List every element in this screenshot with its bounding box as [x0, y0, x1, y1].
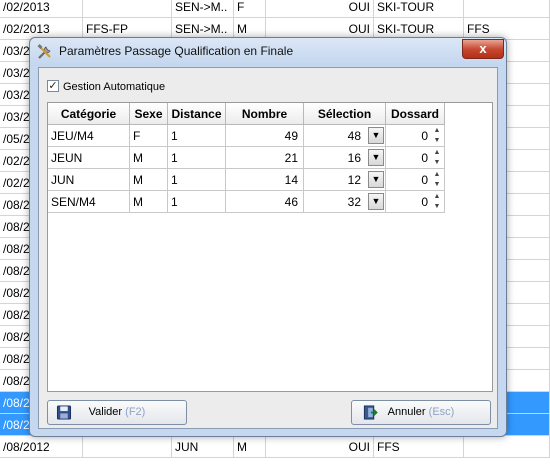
cancel-shortcut: (Esc) — [428, 406, 455, 418]
column-header-nombre[interactable]: Nombre — [226, 103, 304, 125]
selection-dropdown-button[interactable]: ▼ — [368, 149, 384, 166]
cell-selection[interactable]: 16 ▼ — [304, 147, 386, 169]
background-table-row[interactable]: /08/2012 JUN M OUI FFS — [0, 436, 550, 458]
background-cell-org[interactable] — [464, 436, 550, 458]
cell-nombre[interactable]: 46 — [226, 191, 304, 213]
spin-down-icon[interactable]: ▼ — [432, 158, 442, 168]
background-cell-club[interactable] — [83, 436, 172, 458]
dossard-value: 0 — [421, 129, 428, 143]
auto-management-checkbox[interactable]: ✓ — [47, 80, 59, 92]
cell-selection[interactable]: 32 ▼ — [304, 191, 386, 213]
background-cell-club[interactable] — [83, 0, 172, 18]
cell-selection[interactable]: 12 ▼ — [304, 169, 386, 191]
cancel-button[interactable]: Annuler (Esc) — [351, 400, 491, 425]
column-header-dossard[interactable]: Dossard — [386, 103, 445, 125]
cell-dossard[interactable]: 0 ▲ ▼ — [386, 147, 445, 169]
close-icon: x — [479, 41, 487, 56]
cell-dossard[interactable]: 0 ▲ ▼ — [386, 191, 445, 213]
cell-categorie[interactable]: JUN — [48, 169, 130, 191]
spin-down-icon[interactable]: ▼ — [432, 202, 442, 212]
spin-up-icon[interactable]: ▲ — [432, 170, 442, 180]
spin-up-icon[interactable]: ▲ — [432, 126, 442, 136]
close-button[interactable]: x — [462, 39, 504, 59]
cell-categorie[interactable]: JEUN — [48, 147, 130, 169]
background-table-row[interactable]: /02/2013 SEN->M.. F OUI SKI-TOUR — [0, 0, 550, 18]
cell-distance[interactable]: 1 — [168, 191, 226, 213]
spin-up-icon[interactable]: ▲ — [432, 192, 442, 202]
validate-label: Valider — [88, 406, 123, 418]
validate-button[interactable]: Valider (F2) — [47, 400, 187, 425]
dossard-spinner[interactable]: ▲ ▼ — [432, 170, 442, 190]
background-cell-org[interactable] — [464, 0, 550, 18]
cell-categorie[interactable]: SEN/M4 — [48, 191, 130, 213]
background-cell-date[interactable]: /08/2012 — [0, 436, 83, 458]
cell-sexe[interactable]: M — [130, 191, 168, 213]
background-cell-event[interactable]: SKI-TOUR — [374, 0, 464, 18]
qualification-dialog: Paramètres Passage Qualification en Fina… — [29, 37, 507, 437]
selection-dropdown-button[interactable]: ▼ — [368, 171, 384, 188]
dossard-value: 0 — [421, 151, 428, 165]
spin-up-icon[interactable]: ▲ — [432, 148, 442, 158]
cell-distance[interactable]: 1 — [168, 169, 226, 191]
column-header-selection[interactable]: Sélection — [304, 103, 386, 125]
cell-nombre[interactable]: 14 — [226, 169, 304, 191]
validate-button-text: Valider (F2) — [48, 401, 186, 424]
dossard-spinner[interactable]: ▲ ▼ — [432, 192, 442, 212]
selection-value: 48 — [347, 129, 361, 143]
auto-management-label: Gestion Automatique — [63, 81, 166, 93]
cell-nombre[interactable]: 49 — [226, 125, 304, 147]
column-header-distance[interactable]: Distance — [168, 103, 226, 125]
spin-down-icon[interactable]: ▼ — [432, 136, 442, 146]
cancel-label: Annuler — [387, 406, 426, 418]
background-cell-cat[interactable]: SEN->M.. — [172, 0, 234, 18]
dialog-body: ✓ Gestion Automatique Catégorie Sexe Dis… — [38, 67, 498, 429]
cell-distance[interactable]: 1 — [168, 147, 226, 169]
dossard-value: 0 — [421, 195, 428, 209]
chevron-down-icon: ▼ — [371, 152, 381, 162]
dialog-title: Paramètres Passage Qualification en Fina… — [59, 44, 294, 58]
background-cell-status[interactable]: OUI — [266, 436, 374, 458]
tools-icon — [37, 44, 51, 59]
background-cell-event[interactable]: FFS — [374, 436, 464, 458]
cell-sexe[interactable]: M — [130, 169, 168, 191]
qualification-table: Catégorie Sexe Distance Nombre Sélection… — [47, 102, 493, 392]
background-cell-sexe[interactable]: M — [234, 436, 266, 458]
chevron-down-icon: ▼ — [371, 174, 381, 184]
column-header-sexe[interactable]: Sexe — [130, 103, 168, 125]
chevron-down-icon: ▼ — [371, 196, 381, 206]
validate-shortcut: (F2) — [125, 406, 146, 418]
spin-down-icon[interactable]: ▼ — [432, 180, 442, 190]
cell-dossard[interactable]: 0 ▲ ▼ — [386, 169, 445, 191]
dossard-value: 0 — [421, 173, 428, 187]
column-header-categorie[interactable]: Catégorie — [48, 103, 130, 125]
selection-value: 16 — [347, 151, 361, 165]
cancel-button-text: Annuler (Esc) — [352, 401, 490, 424]
dialog-titlebar[interactable]: Paramètres Passage Qualification en Fina… — [30, 38, 506, 66]
selection-dropdown-button[interactable]: ▼ — [368, 193, 384, 210]
dossard-spinner[interactable]: ▲ ▼ — [432, 148, 442, 168]
selection-value: 12 — [347, 173, 361, 187]
background-cell-cat[interactable]: JUN — [172, 436, 234, 458]
selection-dropdown-button[interactable]: ▼ — [368, 127, 384, 144]
cell-distance[interactable]: 1 — [168, 125, 226, 147]
selection-value: 32 — [347, 195, 361, 209]
background-cell-date[interactable]: /02/2013 — [0, 0, 83, 18]
cell-categorie[interactable]: JEU/M4 — [48, 125, 130, 147]
cell-sexe[interactable]: F — [130, 125, 168, 147]
dossard-spinner[interactable]: ▲ ▼ — [432, 126, 442, 146]
background-cell-status[interactable]: OUI — [266, 0, 374, 18]
cell-nombre[interactable]: 21 — [226, 147, 304, 169]
cell-dossard[interactable]: 0 ▲ ▼ — [386, 125, 445, 147]
cell-sexe[interactable]: M — [130, 147, 168, 169]
background-cell-sexe[interactable]: F — [234, 0, 266, 18]
cell-selection[interactable]: 48 ▼ — [304, 125, 386, 147]
chevron-down-icon: ▼ — [371, 130, 381, 140]
